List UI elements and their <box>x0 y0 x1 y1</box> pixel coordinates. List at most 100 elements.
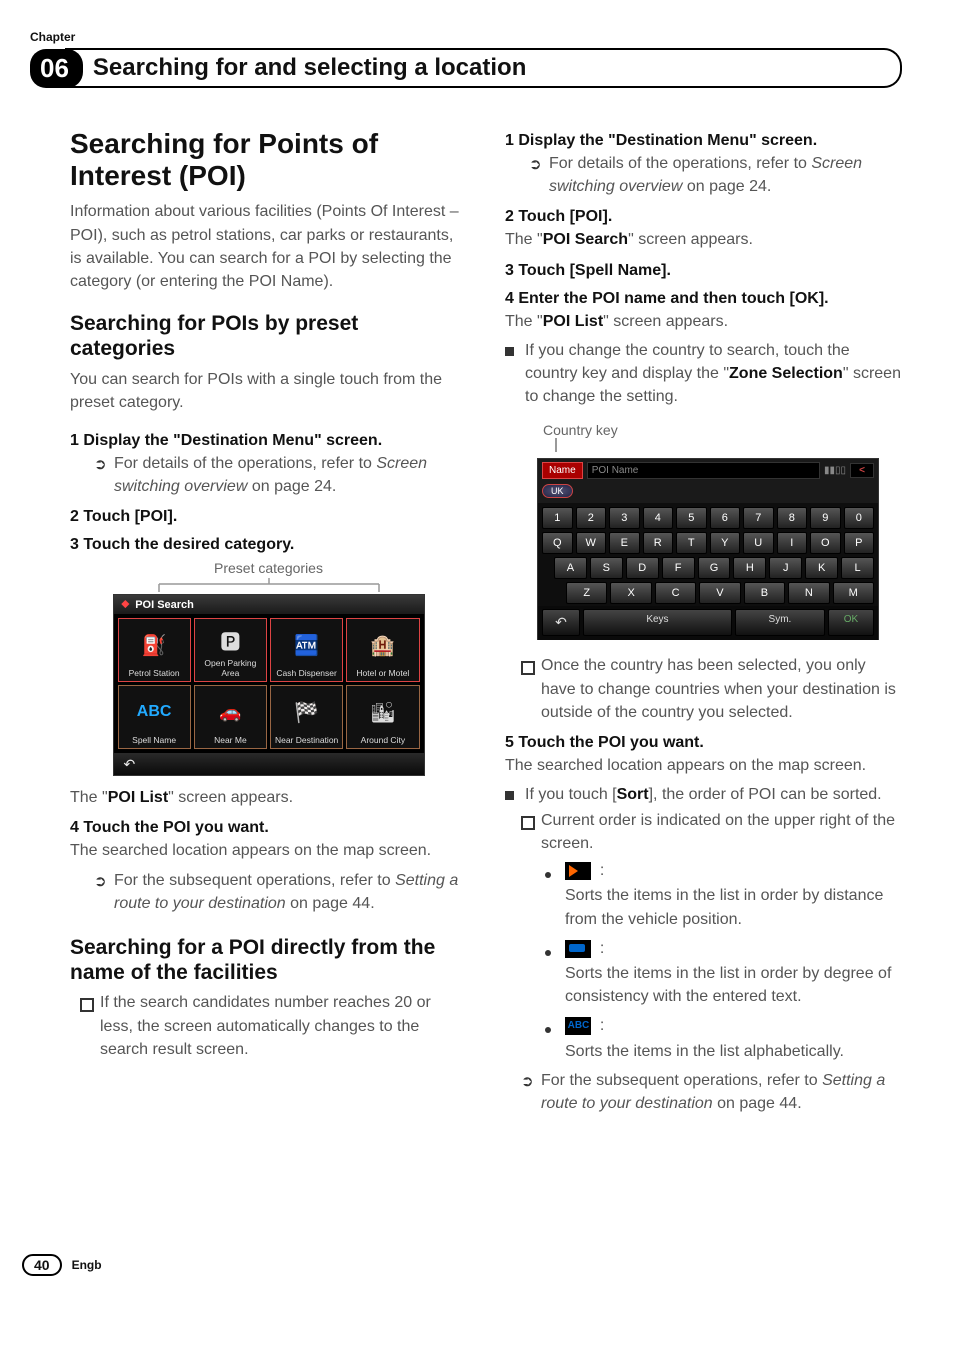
kbd-input[interactable]: POI Name <box>587 462 820 479</box>
subsection-preset: Searching for POIs by preset categories <box>70 311 467 361</box>
key-q[interactable]: Q <box>542 532 573 554</box>
key-v[interactable]: V <box>699 582 740 604</box>
key-7[interactable]: 7 <box>743 507 774 529</box>
poi-cell-hotel[interactable]: 🏨Hotel or Motel <box>346 618 419 682</box>
key-c[interactable]: C <box>655 582 696 604</box>
sort-distance-item: : <box>545 859 902 882</box>
poi-cell-label: Open Parking Area <box>196 658 265 678</box>
key-8[interactable]: 8 <box>777 507 808 529</box>
kbd-row-1: 1 2 3 4 5 6 7 8 9 0 <box>542 507 874 529</box>
kbd-row-4: Z X C V B N M <box>542 582 874 604</box>
spellname-note: If the search candidates number reaches … <box>80 991 467 1061</box>
chapter-number-badge: 06 <box>30 49 83 88</box>
sort-alpha-icon: ABC <box>565 1017 591 1035</box>
language-code: Engb <box>72 1258 102 1272</box>
poi-cell-parking[interactable]: 🅿Open Parking Area <box>194 618 267 682</box>
current-order-text: Current order is indicated on the upper … <box>541 809 902 855</box>
key-p[interactable]: P <box>844 532 875 554</box>
abc-icon: ABC <box>137 689 172 735</box>
step-2-right: 2 Touch [POI]. <box>505 208 902 226</box>
colon: : <box>600 1017 604 1034</box>
country-key-caption: Country key <box>543 422 902 438</box>
key-5[interactable]: 5 <box>676 507 707 529</box>
key-1[interactable]: 1 <box>542 507 573 529</box>
key-o[interactable]: O <box>810 532 841 554</box>
key-b[interactable]: B <box>744 582 785 604</box>
key-n[interactable]: N <box>788 582 829 604</box>
key-z[interactable]: Z <box>566 582 607 604</box>
s4-sub-a: For the subsequent operations, refer to <box>114 872 395 889</box>
key-m[interactable]: M <box>833 582 874 604</box>
kbd-back-button[interactable]: ↶ <box>542 609 580 636</box>
poi-cell-label: Hotel or Motel <box>356 668 409 678</box>
step1-sub-c: on page 24. <box>247 478 336 495</box>
key-i[interactable]: I <box>777 532 808 554</box>
kbd-row-3: A S D F G H J K L <box>542 557 874 579</box>
key-k[interactable]: K <box>805 557 838 579</box>
r4-b: POI List <box>543 313 603 330</box>
key-2[interactable]: 2 <box>576 507 607 529</box>
poi-cell-around[interactable]: 🏙Around City <box>346 685 419 749</box>
zone-selection-note: If you change the country to search, tou… <box>505 339 902 409</box>
poi-cell-neardest[interactable]: 🏁Near Destination <box>270 685 343 749</box>
key-4[interactable]: 4 <box>643 507 674 529</box>
preset-body: You can search for POIs with a single to… <box>70 368 467 414</box>
key-w[interactable]: W <box>576 532 607 554</box>
back-icon[interactable]: ↶ <box>124 756 136 773</box>
fuel-pump-icon: ⛽ <box>142 622 167 668</box>
key-s[interactable]: S <box>590 557 623 579</box>
key-6[interactable]: 6 <box>710 507 741 529</box>
kbd-row-2: Q W E R T Y U I O P <box>542 532 874 554</box>
sort-distance-icon <box>565 862 591 880</box>
key-g[interactable]: G <box>698 557 731 579</box>
key-3[interactable]: 3 <box>609 507 640 529</box>
subsequent-ops: For the subsequent operations, refer to … <box>521 1069 902 1115</box>
key-h[interactable]: H <box>733 557 766 579</box>
r2-a: The " <box>505 231 543 248</box>
key-l[interactable]: L <box>841 557 874 579</box>
step-4-left-detail: For the subsequent operations, refer to … <box>94 869 467 915</box>
key-d[interactable]: D <box>626 557 659 579</box>
page-footer: 40 Engb <box>22 1254 102 1276</box>
key-0[interactable]: 0 <box>844 507 875 529</box>
arrow-icon <box>94 871 114 893</box>
key-y[interactable]: Y <box>710 532 741 554</box>
round-bullet-icon <box>545 950 551 956</box>
poi-cell-cash[interactable]: 🏧Cash Dispenser <box>270 618 343 682</box>
step-5-right-after: The searched location appears on the map… <box>505 754 902 777</box>
key-u[interactable]: U <box>743 532 774 554</box>
poi-cell-spell[interactable]: ABCSpell Name <box>118 685 191 749</box>
arrow-icon <box>94 454 114 476</box>
kbd-keys-button[interactable]: Keys <box>583 609 732 636</box>
country-key-button[interactable]: UK <box>542 484 573 498</box>
key-e[interactable]: E <box>609 532 640 554</box>
sort-distance-desc: Sorts the items in the list in order by … <box>565 884 902 930</box>
kbd-sym-button[interactable]: Sym. <box>735 609 825 636</box>
key-j[interactable]: J <box>769 557 802 579</box>
step-4-left: 4 Touch the POI you want. <box>70 819 467 837</box>
key-x[interactable]: X <box>610 582 651 604</box>
step-3-right: 3 Touch [Spell Name]. <box>505 262 902 280</box>
page-number: 40 <box>22 1254 62 1276</box>
key-r[interactable]: R <box>643 532 674 554</box>
key-f[interactable]: F <box>662 557 695 579</box>
chapter-title-pill: Searching for and selecting a location <box>65 48 902 88</box>
key-9[interactable]: 9 <box>810 507 841 529</box>
country-key-pointer <box>555 438 557 452</box>
poi-cell-nearme[interactable]: 🚗Near Me <box>194 685 267 749</box>
kbd-ok-button[interactable]: OK <box>828 609 874 636</box>
step-3-left: 3 Touch the desired category. <box>70 536 467 554</box>
once-country-note: Once the country has been selected, you … <box>521 654 902 724</box>
after-step3: The "POI List" screen appears. <box>70 786 467 809</box>
step1-sub-a: For details of the operations, refer to <box>114 455 376 472</box>
poi-search-screen: ⬥ POI Search ⛽Petrol Station 🅿Open Parki… <box>113 594 425 776</box>
delete-icon[interactable]: < <box>850 463 874 478</box>
key-t[interactable]: T <box>676 532 707 554</box>
key-a[interactable]: A <box>554 557 587 579</box>
poi-title-icon: ⬥ <box>122 598 130 611</box>
r2-c: " screen appears. <box>628 231 753 248</box>
city-icon: 🏙 <box>370 689 395 735</box>
poi-cell-petrol[interactable]: ⛽Petrol Station <box>118 618 191 682</box>
kbd-tab-name[interactable]: Name <box>542 462 583 479</box>
sort-c: ], the order of POI can be sorted. <box>649 786 882 803</box>
